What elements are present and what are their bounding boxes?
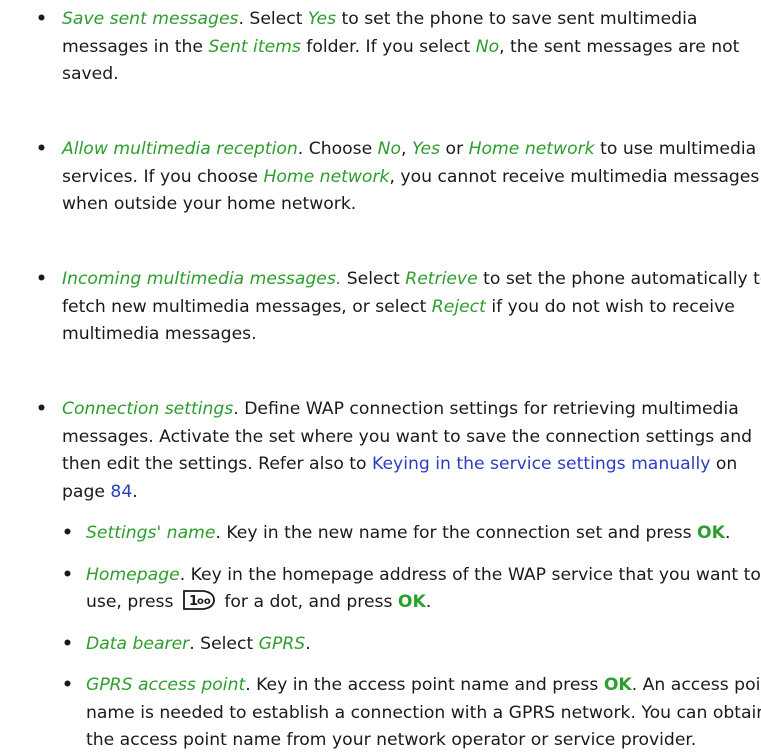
page-number-link[interactable]: 84 <box>110 482 132 502</box>
bullet: • <box>62 564 73 585</box>
connection-sublist: • Settings' name. Key in the new name fo… <box>62 520 761 755</box>
item-text: Allow multimedia reception. Choose No, Y… <box>62 139 760 214</box>
ok-key-label: OK <box>603 675 632 695</box>
sublist-item-settings-name: • Settings' name. Key in the new name fo… <box>62 520 761 548</box>
cross-reference-link[interactable]: Keying in the service settings manually <box>372 454 710 474</box>
bullet: • <box>36 269 47 289</box>
sublist-item-gprs-access-point: • GPRS access point. Key in the access p… <box>62 672 761 755</box>
bullet: • <box>36 399 47 419</box>
item-text: Connection settings. Define WAP connecti… <box>62 399 752 502</box>
manual-page: • Save sent messages. Select Yes to set … <box>0 0 761 750</box>
list-item-save-sent: • Save sent messages. Select Yes to set … <box>36 6 761 89</box>
list-item-allow-reception: • Allow multimedia reception. Choose No,… <box>36 136 761 219</box>
sublist-item-data-bearer: • Data bearer. Select GPRS. <box>62 631 761 659</box>
ok-key-label: OK <box>697 523 725 543</box>
item-text: Incoming multimedia messages. Select Ret… <box>62 269 761 344</box>
bullet: • <box>36 9 47 29</box>
bullet: • <box>36 139 47 159</box>
ok-key-label: OK <box>397 592 426 612</box>
list-item-incoming: • Incoming multimedia messages. Select R… <box>36 266 761 349</box>
bullet: • <box>62 675 73 695</box>
key-1-icon: 1 oo <box>182 589 216 611</box>
sublist-item-homepage: • Homepage. Key in the homepage address … <box>62 562 761 617</box>
list-item-connection: • Connection settings. Define WAP connec… <box>36 396 761 755</box>
svg-text:oo: oo <box>197 596 211 607</box>
bullet: • <box>62 633 73 654</box>
item-text: Save sent messages. Select Yes to set th… <box>62 9 740 84</box>
bullet: • <box>62 523 73 543</box>
